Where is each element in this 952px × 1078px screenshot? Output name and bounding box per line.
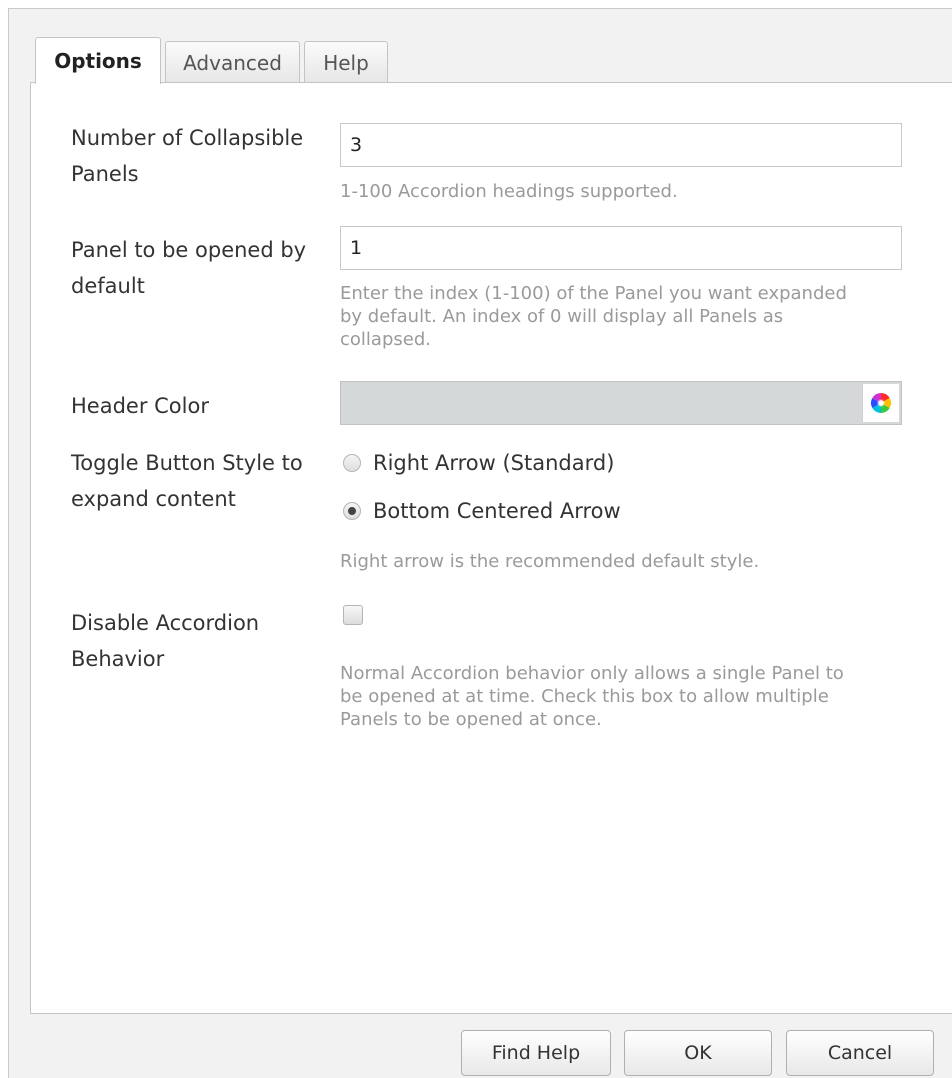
radio-selected-dot: [348, 507, 356, 515]
tab-help[interactable]: Help: [304, 41, 388, 83]
disable-behavior-help: Normal Accordion behavior only allows a …: [340, 662, 900, 731]
tab-options-label: Options: [54, 49, 142, 73]
default-panel-input[interactable]: [340, 226, 902, 270]
tab-advanced[interactable]: Advanced: [165, 41, 300, 83]
disable-behavior-label-line1: Disable Accordion: [71, 611, 260, 635]
dialog: Options Advanced Help Number of Collapsi…: [8, 8, 952, 1078]
header-color-label: Header Color: [71, 394, 209, 418]
radio-bottom-centered-arrow-label: Bottom Centered Arrow: [373, 499, 621, 523]
default-panel-label: Panel to be opened by default: [71, 232, 331, 304]
radio-right-arrow-label: Right Arrow (Standard): [373, 451, 615, 475]
cancel-button[interactable]: Cancel: [786, 1030, 934, 1076]
disable-behavior-help-line1: Normal Accordion behavior only allows a …: [340, 663, 844, 684]
default-panel-help-line1: Enter the index (1-100) of the Panel you…: [340, 283, 847, 304]
options-panel: Number of Collapsible Panels 1-100 Accor…: [30, 82, 952, 1014]
disable-behavior-label: Disable Accordion Behavior: [71, 605, 331, 677]
panels-count-label-line2: Panels: [71, 162, 139, 186]
disable-behavior-help-line3: Panels to be opened at once.: [340, 709, 602, 730]
radio-bottom-centered-arrow-button[interactable]: [343, 502, 361, 520]
disable-behavior-label-line2: Behavior: [71, 647, 165, 671]
default-panel-help-line3: collapsed.: [340, 329, 431, 350]
tab-advanced-label: Advanced: [183, 50, 282, 75]
toggle-style-help: Right arrow is the recommended default s…: [340, 551, 760, 572]
ok-button[interactable]: OK: [624, 1030, 772, 1076]
toggle-style-label-line2: expand content: [71, 487, 236, 511]
default-panel-label-line2: default: [71, 274, 145, 298]
disable-behavior-help-line2: be opened at at time. Check this box to …: [340, 686, 829, 707]
panels-count-label-line1: Number of Collapsible: [71, 126, 304, 150]
radio-bottom-centered-arrow[interactable]: Bottom Centered Arrow: [343, 493, 621, 529]
tab-options[interactable]: Options: [35, 37, 161, 84]
find-help-button[interactable]: Find Help: [461, 1030, 611, 1076]
color-wheel-icon[interactable]: [862, 384, 899, 422]
disable-behavior-checkbox[interactable]: [343, 605, 363, 625]
tab-help-label: Help: [323, 50, 369, 75]
radio-right-arrow[interactable]: Right Arrow (Standard): [343, 445, 614, 481]
panels-count-help: 1-100 Accordion headings supported.: [340, 181, 678, 202]
header-color-field[interactable]: [340, 381, 902, 425]
panels-count-label: Number of Collapsible Panels: [71, 120, 331, 192]
toggle-style-label-line1: Toggle Button Style to: [71, 451, 303, 475]
radio-right-arrow-button[interactable]: [343, 454, 361, 472]
toggle-style-label: Toggle Button Style to expand content: [71, 445, 331, 517]
default-panel-help-line2: by default. An index of 0 will display a…: [340, 306, 784, 327]
tab-bar: Options Advanced Help: [35, 35, 392, 84]
default-panel-label-line1: Panel to be opened by: [71, 238, 307, 262]
default-panel-help: Enter the index (1-100) of the Panel you…: [340, 282, 900, 351]
panels-count-input[interactable]: [340, 123, 902, 167]
